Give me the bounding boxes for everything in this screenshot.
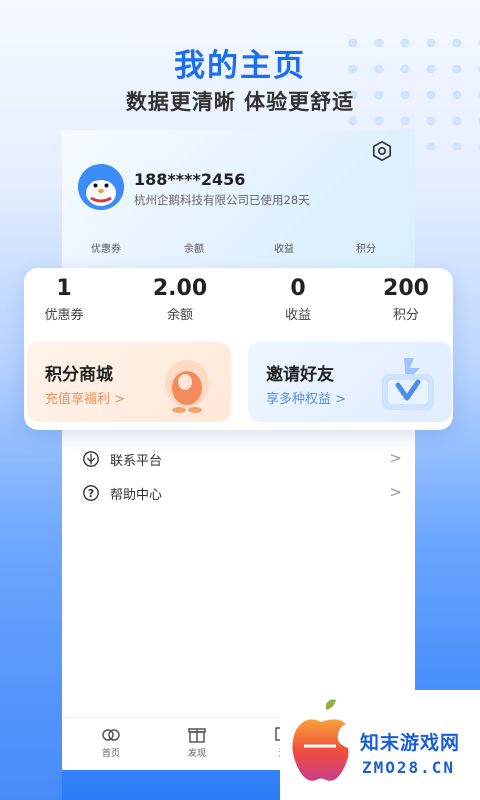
svg-text:?: ? <box>88 487 94 500</box>
promo-subheadline: 数据更清晰 体验更舒适 <box>125 90 355 114</box>
promo-headline: 我的主页 <box>174 48 306 84</box>
home-icon <box>102 729 120 741</box>
mini-label-earnings: 收益 <box>274 244 294 255</box>
menu-label: 帮助中心 <box>110 488 163 503</box>
settings-hexagon-icon[interactable] <box>371 140 393 162</box>
penguin-mascot-icon <box>165 360 209 413</box>
apple-logo-icon <box>292 699 349 781</box>
stat-label: 余额 <box>166 308 193 323</box>
mini-label-balance: 余额 <box>184 244 204 255</box>
stat-value: 0 <box>290 276 306 301</box>
invite-friends-card[interactable]: 邀请好友 享多种权益 > <box>248 342 452 422</box>
help-circle-icon: ? <box>83 485 99 501</box>
phone-screen: 188****2456 杭州企鹅科技有限公司已使用28天 优惠券 余额 收益 积… <box>62 130 415 770</box>
chevron-right-icon: > <box>389 483 402 501</box>
chevron-right-icon: > <box>389 449 402 467</box>
menu-label: 联系平台 <box>110 454 163 469</box>
avatar[interactable] <box>78 164 124 210</box>
watermark-domain: ZMO28.CN <box>362 758 456 777</box>
site-watermark: 知末游戏网 ZMO28.CN <box>280 690 480 800</box>
stat-label: 收益 <box>284 308 311 323</box>
menu-item-help-center[interactable]: ? 帮助中心 > <box>82 482 402 506</box>
stat-coupons[interactable]: 1 优惠券 <box>14 276 114 323</box>
watermark-site-name: 知末游戏网 <box>360 732 461 754</box>
mini-label-coupons: 优惠券 <box>91 244 121 255</box>
penguin-avatar-icon <box>78 164 124 210</box>
stat-value: 1 <box>56 276 72 301</box>
stat-earnings[interactable]: 0 收益 <box>248 276 348 323</box>
stat-points[interactable]: 200 积分 <box>356 276 456 323</box>
stat-value: 200 <box>383 276 429 301</box>
promo-subtitle: 充值享福利 > <box>45 392 126 407</box>
stat-label: 积分 <box>392 308 419 323</box>
stat-labels-row: 优惠券 余额 收益 积分 <box>62 240 415 256</box>
stat-label: 优惠券 <box>44 308 84 323</box>
mini-label-points: 积分 <box>356 244 376 255</box>
gift-icon <box>188 728 206 743</box>
promo-title: 邀请好友 <box>266 365 334 385</box>
tab-label: 首页 <box>101 749 120 759</box>
menu-item-contact-platform[interactable]: 联系平台 > <box>82 448 402 472</box>
promo-title: 积分商城 <box>45 365 113 385</box>
stat-balance[interactable]: 2.00 余额 <box>130 276 230 323</box>
stat-value: 2.00 <box>152 276 208 301</box>
points-mall-card[interactable]: 积分商城 充值享福利 > <box>27 342 231 422</box>
tab-label: 发现 <box>187 749 206 759</box>
promo-subtitle: 享多种权益 > <box>266 392 347 407</box>
tab-home[interactable]: 首页 <box>76 724 146 759</box>
tab-discover[interactable]: 发现 <box>162 724 232 759</box>
v-badge-icon <box>382 358 434 410</box>
user-phone-number: 188****2456 <box>134 170 246 189</box>
contact-platform-icon <box>83 451 99 467</box>
stats-card: 1 优惠券 2.00 余额 0 收益 200 积分 积分商城 充值享福利 > 邀… <box>24 268 453 430</box>
company-usage-info: 杭州企鹅科技有限公司已使用28天 <box>134 193 310 207</box>
